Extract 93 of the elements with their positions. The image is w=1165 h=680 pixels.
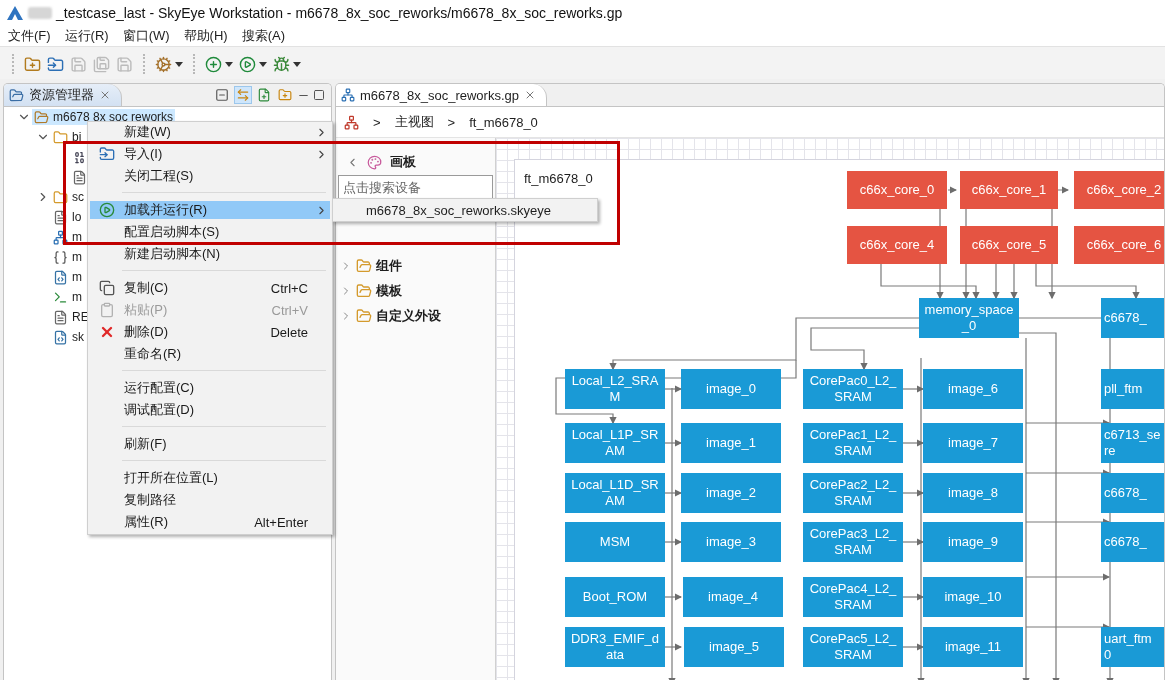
folder-icon [53,189,68,205]
menu-item[interactable]: 调试配置(D) [90,401,330,419]
close-icon[interactable] [99,89,111,101]
clipboard-icon [99,302,115,318]
collapse-all-button[interactable] [213,86,231,104]
menu-item[interactable]: 运行(R) [57,27,116,45]
code-file-icon [53,269,68,285]
maximize-icon[interactable] [313,89,325,101]
save-all-icon [93,55,110,73]
save-icon [70,55,87,73]
folder-import-icon [47,55,64,73]
menu-item[interactable]: 文件(F) [1,27,58,45]
diagram-node[interactable]: c66x_core_5 [960,226,1058,264]
terminal-icon [53,289,68,305]
save-icon [116,55,133,73]
folder-plus-icon [24,55,41,73]
diagram-node[interactable]: c66x_core_2 [1074,171,1164,209]
tree-item[interactable]: lo [51,209,84,225]
network-icon [341,88,355,102]
menu-item[interactable]: 关闭工程(S) [90,167,330,185]
palette-group[interactable]: 模板 [376,282,402,300]
tree-item[interactable]: m [51,229,84,245]
folder-icon [34,109,49,125]
diagram-node[interactable]: c66x_core_0 [847,171,947,209]
editor-tab[interactable]: m6678_8x_soc_reworks.gp [336,84,547,106]
file-icon [53,309,68,325]
palette-group[interactable]: 组件 [376,257,402,275]
menu-item[interactable]: 搜索(A) [234,27,292,45]
tree-item[interactable]: m [51,249,84,265]
menu-item[interactable]: 运行配置(C) [90,379,330,397]
menu-item[interactable]: 窗口(W) [115,27,177,45]
breadcrumb-separator: > [447,114,456,130]
diagram-node[interactable]: c66x_core_4 [847,226,947,264]
explorer-tab[interactable]: 资源管理器 [4,84,122,106]
import-icon [99,146,115,162]
file-icon [72,169,87,185]
caret-icon [293,61,301,67]
caret-icon [175,61,183,67]
bug-icon [273,55,290,73]
braces-icon [53,249,68,265]
caret-icon [225,61,233,67]
delete-icon [99,324,115,340]
menu-item[interactable]: 重命名(R) [90,345,330,363]
search-field[interactable]: 点击搜索设备 [338,175,493,199]
folder-icon [9,87,24,103]
menu-item[interactable]: 配置启动脚本(S) [90,223,330,241]
play-icon [99,202,115,218]
breadcrumb-separator: > [373,114,381,130]
redacted-text-block [28,7,52,19]
menu-item[interactable]: 复制路径 [90,491,330,509]
network-icon [53,229,68,245]
plus-circle-icon [205,55,222,73]
menu-item[interactable]: 复制(C) Ctrl+C [90,279,330,297]
diagram-title: ft_m6678_0 [524,171,593,186]
breadcrumb-item[interactable]: 主视图 [394,113,434,131]
connector-arrow [992,263,1000,300]
tree-item[interactable]: m [51,289,84,305]
palette-group[interactable]: 自定义外设 [376,307,441,325]
tree-item[interactable]: bi [51,129,84,145]
tree-item[interactable]: m [51,269,84,285]
connector-arrow [1010,263,1018,300]
menu-item[interactable]: 帮助(H) [176,27,235,45]
menu-item[interactable]: 新建启动脚本(N) [90,245,330,263]
palette-title: 画板 [390,153,416,171]
breadcrumb-item[interactable]: ft_m6678_0 [469,114,538,130]
network-icon [344,114,359,130]
menu-item[interactable]: 刷新(F) [90,435,330,453]
folder-icon [356,308,372,324]
binary-file-icon [72,149,87,165]
app-logo-icon [6,5,24,21]
menu-item[interactable]: 删除(D) Delete [90,323,330,341]
submenu-item[interactable]: m6678_8x_soc_reworks.skyeye [332,198,598,222]
connector-arrow [947,186,958,194]
diagram-node[interactable]: c66x_core_6 [1074,226,1164,264]
menu-item[interactable]: 新建(W) [90,123,330,141]
close-icon[interactable] [524,89,536,101]
menu-item[interactable]: 导入(I) [90,145,330,163]
code-file-icon [53,329,68,345]
caret-icon [259,61,267,67]
diagram-node[interactable]: c66x_core_1 [960,171,1058,209]
copy-icon [99,280,115,296]
folder-icon [53,129,68,145]
folder-icon [356,283,372,299]
folder-icon [356,258,372,274]
menu-item[interactable]: 打开所在位置(L) [90,469,330,487]
gear-icon [155,55,172,73]
tree-item[interactable]: sk [51,329,86,345]
window-title: _testcase_last - SkyEye Workstation - m6678_8x_soc_reworks/m6678_8x_soc_reworks.gp [56,5,623,21]
play-circle-icon [239,55,256,73]
menu-item[interactable]: 加载并运行(R) [90,201,330,219]
palette-icon [367,154,382,170]
menu-item[interactable]: 属性(R) Alt+Enter [90,513,330,531]
tree-item[interactable]: sc [51,189,86,205]
